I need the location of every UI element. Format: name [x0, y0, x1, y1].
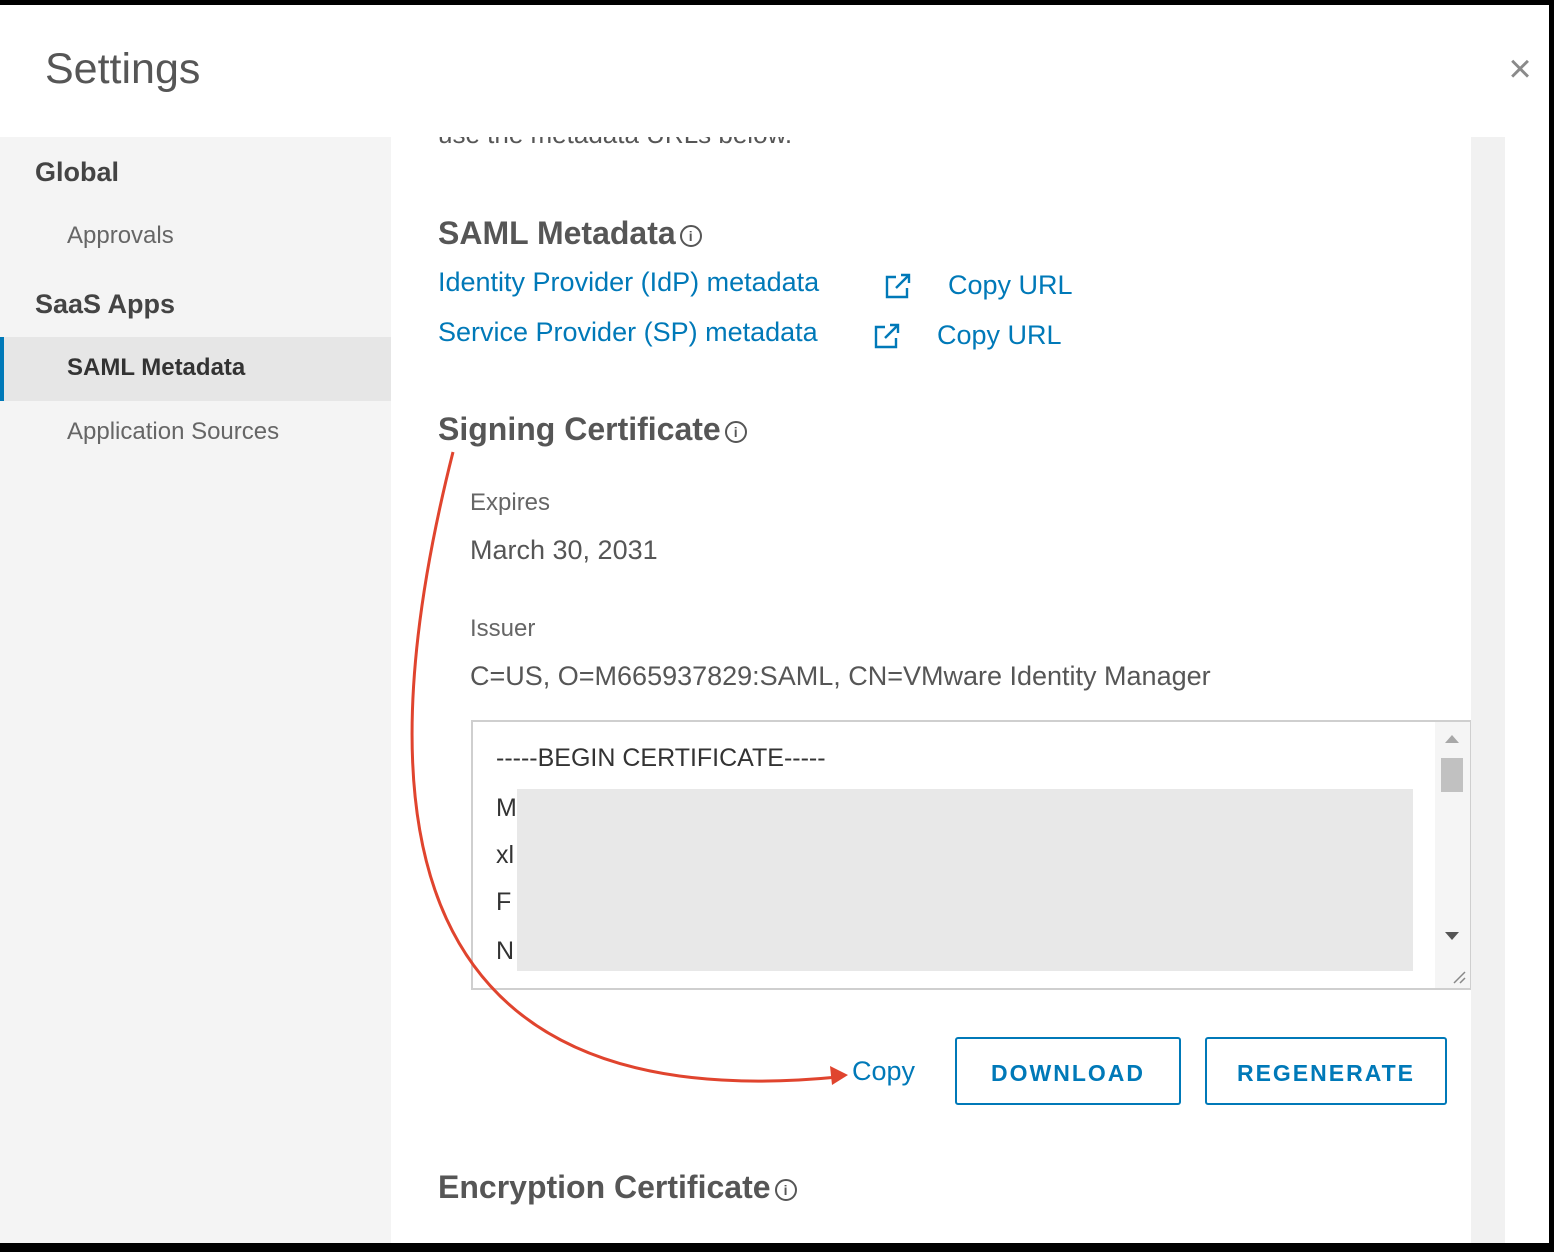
- sidebar-item-saml-metadata[interactable]: SAML Metadata: [0, 337, 391, 401]
- expires-value: March 30, 2031: [470, 535, 658, 565]
- certificate-line: F: [496, 888, 512, 916]
- resize-handle-icon[interactable]: [1450, 968, 1466, 984]
- intro-text: use the metadata URLs below.: [438, 137, 792, 150]
- sp-metadata-link[interactable]: Service Provider (SP) metadata: [438, 317, 818, 348]
- certificate-line: -----BEGIN CERTIFICATE-----: [496, 744, 826, 772]
- settings-sidebar: Global Approvals SaaS Apps SAML Metadata…: [0, 137, 391, 1243]
- sidebar-item-label: Application Sources: [67, 418, 280, 445]
- expires-label: Expires: [470, 489, 551, 516]
- certificate-line: xl: [496, 841, 515, 869]
- scroll-up-icon[interactable]: [1445, 735, 1459, 743]
- signing-certificate-heading: Signing Certificate i: [438, 411, 747, 448]
- redacted-region: [517, 789, 1413, 971]
- info-icon[interactable]: i: [679, 224, 702, 247]
- certificate-line: N: [496, 937, 515, 965]
- idp-metadata-link[interactable]: Identity Provider (IdP) metadata: [438, 267, 819, 298]
- sidebar-item-label: Approvals: [67, 222, 174, 249]
- sidebar-item-approvals[interactable]: Approvals: [0, 205, 391, 269]
- scroll-down-icon[interactable]: [1445, 932, 1459, 940]
- dialog-title: Settings: [45, 45, 201, 93]
- regenerate-button[interactable]: REGENERATE: [1205, 1037, 1447, 1105]
- heading-label: SAML Metadata: [438, 215, 676, 251]
- certificate-line: M: [496, 794, 517, 822]
- copy-idp-url-link[interactable]: Copy URL: [948, 270, 1073, 301]
- issuer-label: Issuer: [470, 615, 536, 642]
- info-icon[interactable]: i: [724, 420, 747, 443]
- external-link-icon[interactable]: [883, 271, 913, 301]
- sidebar-item-application-sources[interactable]: Application Sources: [0, 401, 391, 465]
- download-button[interactable]: DOWNLOAD: [955, 1037, 1181, 1105]
- heading-label: Signing Certificate: [438, 411, 721, 447]
- saml-metadata-heading: SAML Metadata i: [438, 215, 702, 252]
- textarea-scrollbar[interactable]: [1435, 722, 1470, 988]
- certificate-textarea[interactable]: -----BEGIN CERTIFICATE----- M xl F N: [471, 720, 1471, 990]
- scroll-thumb[interactable]: [1441, 758, 1463, 792]
- settings-dialog: Settings × Global Approvals SaaS Apps SA…: [0, 5, 1549, 1243]
- nav-group-saas-apps: SaaS Apps: [35, 289, 176, 319]
- copy-sp-url-link[interactable]: Copy URL: [937, 320, 1062, 351]
- copy-certificate-link[interactable]: Copy: [852, 1056, 915, 1087]
- nav-group-global: Global: [35, 157, 120, 187]
- heading-label: Encryption Certificate: [438, 1169, 771, 1205]
- close-icon[interactable]: ×: [1504, 49, 1536, 89]
- info-icon[interactable]: i: [774, 1178, 797, 1201]
- external-link-icon[interactable]: [872, 321, 902, 351]
- settings-content: use the metadata URLs below. SAML Metada…: [391, 137, 1471, 1243]
- issuer-value: C=US, O=M665937829:SAML, CN=VMware Ident…: [470, 661, 1211, 691]
- content-scrollbar[interactable]: [1471, 137, 1505, 1243]
- encryption-certificate-heading: Encryption Certificate i: [438, 1169, 797, 1206]
- sidebar-item-label: SAML Metadata: [67, 354, 246, 381]
